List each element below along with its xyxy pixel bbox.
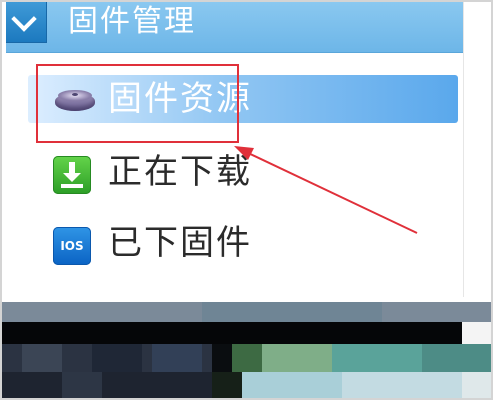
section-header[interactable]: 固件管理 [6,2,463,53]
collapse-arrow-icon[interactable] [6,2,47,43]
ios-icon: IOS [53,227,91,265]
menu-item-downloading[interactable]: 正在下载 [28,148,458,196]
menu-item-label: 固件资源 [108,79,252,119]
menu-item-label: 已下固件 [108,223,252,263]
download-icon [53,156,91,194]
menu-item-firmware-resources[interactable]: 固件资源 [28,75,458,123]
pixelated-region [2,302,491,398]
firmware-sidebar-panel: 固件管理 固件资源 正在下载 IOS 已下固件 [6,2,464,297]
section-title: 固件管理 [68,4,196,39]
screenshot-frame: 固件管理 固件资源 正在下载 IOS 已下固件 [0,0,493,400]
menu-item-label: 正在下载 [108,152,252,192]
menu-item-downloaded-firmware[interactable]: IOS 已下固件 [28,219,458,267]
disk-icon [53,83,95,121]
ios-icon-text: IOS [60,239,84,253]
